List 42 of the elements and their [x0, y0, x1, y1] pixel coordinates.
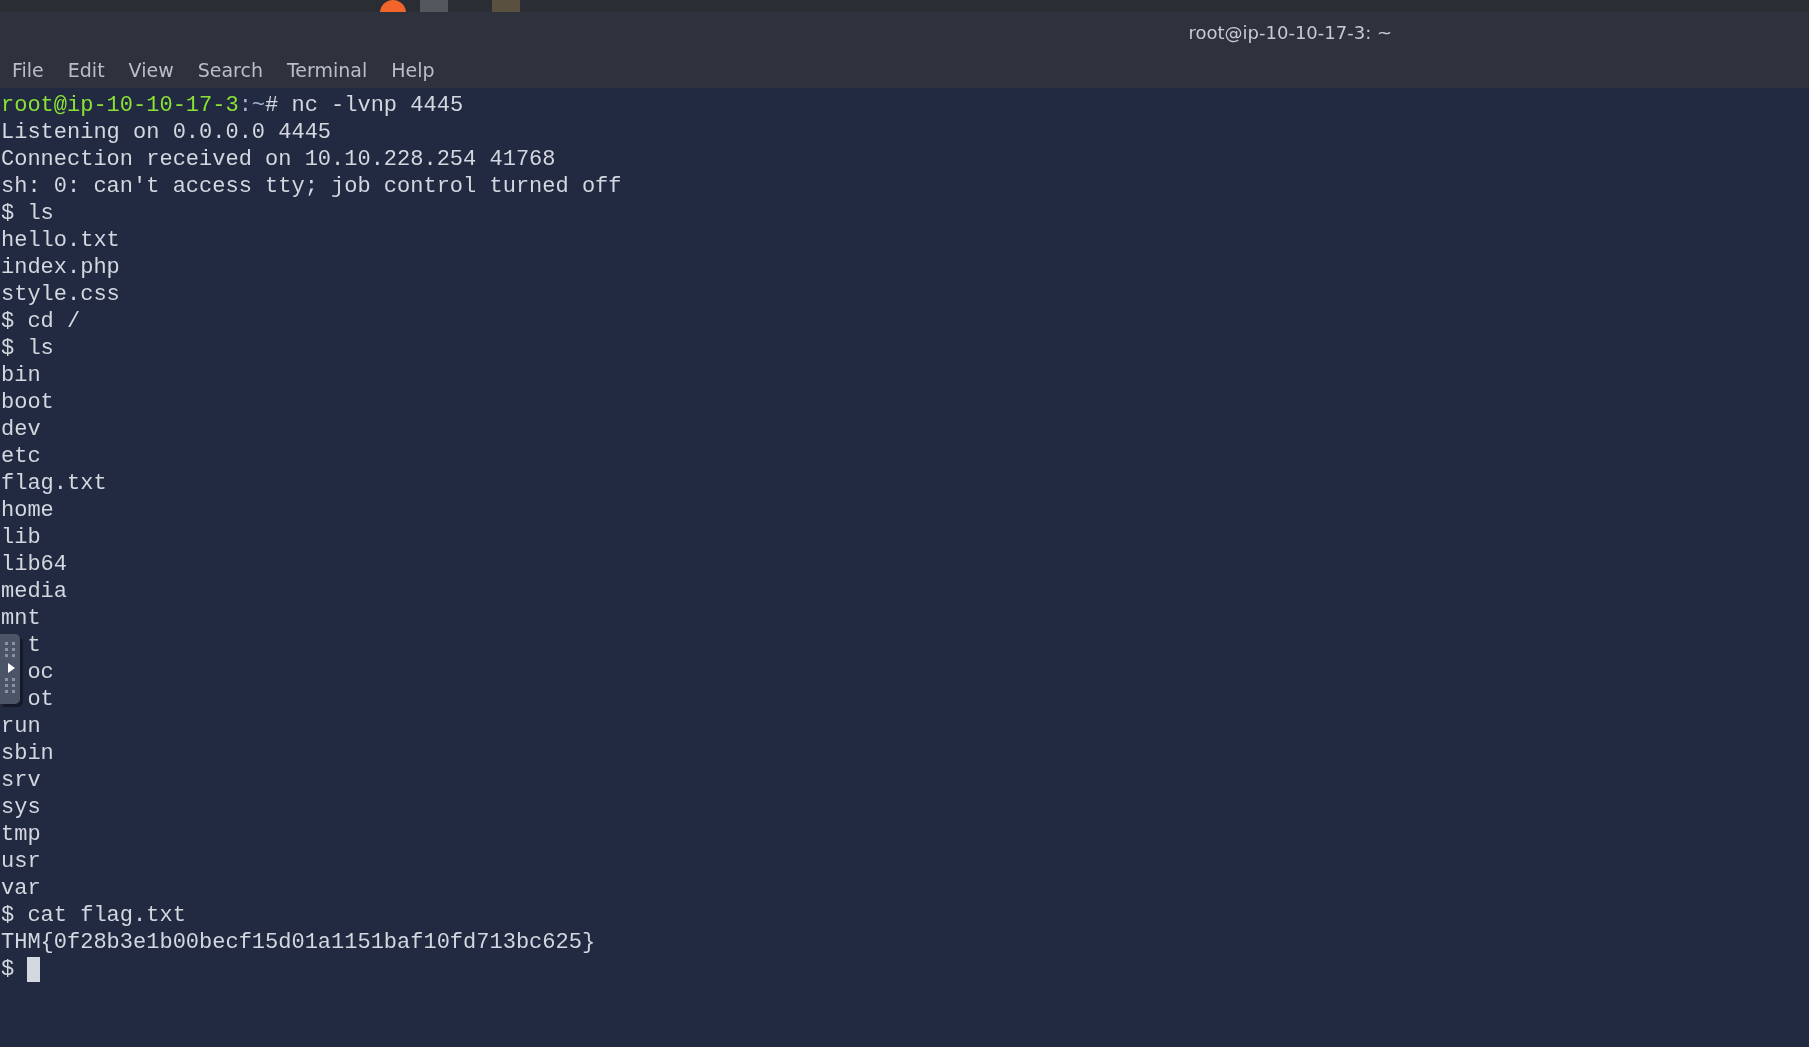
terminal-line: sbin: [0, 740, 55, 767]
window-title: root@ip-10-10-17-3: ~: [1188, 21, 1392, 43]
terminal-line: $ ls: [0, 335, 55, 362]
terminal-line: $ cat flag.txt: [0, 902, 187, 929]
terminal-line: home: [0, 497, 55, 524]
terminal-line: t: [27, 633, 41, 658]
terminal-line: tmp: [0, 821, 42, 848]
terminal-line: ot: [27, 687, 54, 712]
terminal-line: bin: [0, 362, 42, 389]
menu-item[interactable]: Help: [383, 55, 443, 85]
terminal-line: oc: [27, 660, 54, 685]
terminal-line: Listening on 0.0.0.0 4445: [0, 119, 333, 146]
terminal-line: sh: 0: can't access tty; job control turned off: [0, 173, 623, 200]
terminal-line: style.css: [0, 281, 121, 308]
terminal-line: $ cd /: [0, 308, 82, 335]
menu-item[interactable]: Edit: [59, 55, 113, 85]
terminal-line: var: [0, 875, 42, 902]
menu-item[interactable]: Terminal: [278, 55, 376, 85]
terminal-line: usr: [0, 848, 42, 875]
terminal-line: media: [0, 578, 68, 605]
terminal-line: root@ip-10-10-17-3:~# nc -lvnp 4445: [0, 92, 465, 119]
menu-item[interactable]: File: [4, 55, 52, 85]
terminal-line: mnt: [0, 605, 42, 632]
terminal-line: etc: [0, 443, 42, 470]
terminal-line: sys: [0, 794, 42, 821]
terminal-line: flag.txt: [0, 470, 108, 497]
terminal-line: dev: [0, 416, 42, 443]
side-panel-handle[interactable]: [0, 634, 20, 704]
terminal-line: Connection received on 10.10.228.254 41768: [0, 146, 557, 173]
terminal-line: srv: [0, 767, 42, 794]
terminal-line: lib: [0, 524, 42, 551]
terminal-line: $: [1, 956, 15, 983]
menu-item[interactable]: Search: [189, 55, 271, 85]
terminal-line: index.php: [0, 254, 121, 281]
terminal-line: $ ls: [0, 200, 55, 227]
menu-item[interactable]: View: [120, 55, 182, 85]
terminal-line: lib64: [0, 551, 68, 578]
terminal-line: run: [0, 713, 42, 740]
terminal-line: boot: [0, 389, 55, 416]
terminal-line: hello.txt: [0, 227, 121, 254]
terminal-line: THM{0f28b3e1b00becf15d01a1151baf10fd713bc625}: [0, 929, 597, 956]
text-cursor: [27, 957, 41, 982]
